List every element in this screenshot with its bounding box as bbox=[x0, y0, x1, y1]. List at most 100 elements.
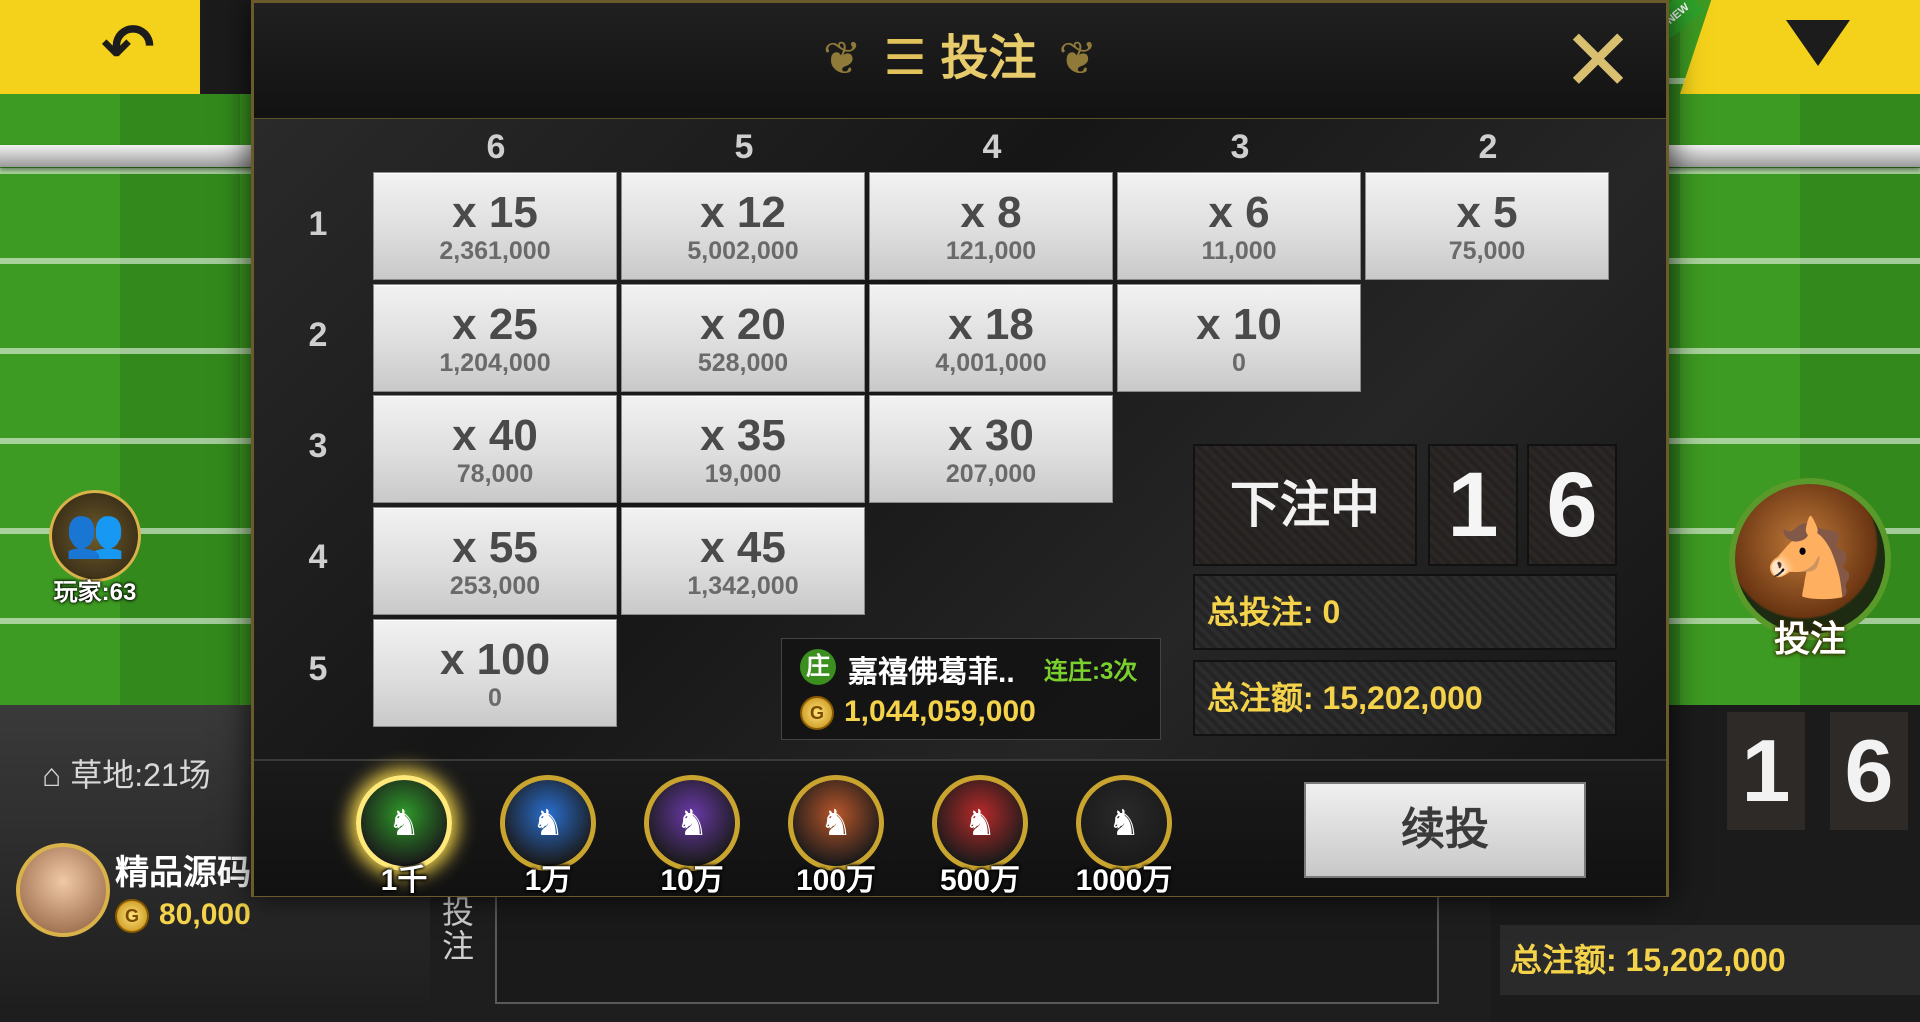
column-header: 3 bbox=[1230, 128, 1250, 166]
column-header: 6 bbox=[486, 128, 506, 166]
laurel-right-icon: ❦ bbox=[1058, 32, 1098, 84]
close-icon: ✕ bbox=[1561, 13, 1635, 109]
banker-coins: G 1,044,059,000 bbox=[800, 695, 1036, 731]
chip-3[interactable]: ♞ 10万 bbox=[640, 775, 744, 899]
odds-cell[interactable]: x 6 11,000 bbox=[1117, 172, 1361, 280]
odds-cell[interactable]: x 45 1,342,000 bbox=[621, 507, 865, 615]
odds-multiplier: x 35 bbox=[700, 411, 786, 460]
bg-countdown-digit-2: 6 bbox=[1830, 712, 1908, 830]
modal-title: ❦ ☰ 投注 ❦ bbox=[254, 3, 1666, 113]
chip-label: 10万 bbox=[660, 864, 724, 897]
odds-bet-amount: 75,000 bbox=[1448, 237, 1526, 265]
odds-cell[interactable]: x 100 0 bbox=[373, 619, 617, 727]
odds-bet-amount: 78,000 bbox=[456, 460, 534, 488]
chip-1[interactable]: ♞ 1千 bbox=[352, 775, 456, 899]
dropdown-menu-button[interactable] bbox=[1786, 20, 1850, 66]
odds-bet-amount: 0 bbox=[488, 684, 502, 712]
close-button[interactable]: ✕ bbox=[1558, 18, 1638, 104]
countdown-digit-2: 6 bbox=[1527, 444, 1617, 566]
modal-title-text: 投注 bbox=[940, 32, 1037, 85]
betting-status: 下注中 bbox=[1193, 444, 1417, 566]
back-button[interactable]: ↶ bbox=[78, 12, 178, 82]
odds-cell[interactable]: x 30 207,000 bbox=[869, 395, 1113, 503]
home-icon: ⌂ bbox=[42, 757, 62, 793]
odds-multiplier: x 55 bbox=[452, 523, 538, 572]
avatar[interactable] bbox=[16, 843, 110, 937]
bg-total-amount: 总注额: 15,202,000 bbox=[1500, 925, 1920, 995]
banker-name: 嘉禧佛葛菲.. bbox=[848, 656, 1015, 689]
odds-bet-amount: 1,204,000 bbox=[439, 349, 551, 377]
odds-cell[interactable]: x 35 19,000 bbox=[621, 395, 865, 503]
row-header: 2 bbox=[308, 316, 328, 354]
column-header: 5 bbox=[734, 128, 754, 166]
username: 精品源码 bbox=[115, 854, 251, 892]
odds-multiplier: x 15 bbox=[452, 188, 538, 237]
odds-bet-amount: 253,000 bbox=[449, 572, 541, 600]
odds-bet-amount: 2,361,000 bbox=[439, 237, 551, 265]
odds-cell[interactable]: x 20 528,000 bbox=[621, 284, 865, 392]
odds-cell[interactable]: x 18 4,001,000 bbox=[869, 284, 1113, 392]
odds-cell[interactable]: x 10 0 bbox=[1117, 284, 1361, 392]
chip-5[interactable]: ♞ 500万 bbox=[928, 775, 1032, 899]
bet-side-label: 投注 bbox=[441, 894, 474, 964]
odds-multiplier: x 10 bbox=[1196, 300, 1282, 349]
odds-bet-amount: 528,000 bbox=[697, 349, 789, 377]
field-label: 草地:21场 bbox=[70, 757, 211, 793]
chip-label: 1万 bbox=[524, 864, 572, 897]
odds-multiplier: x 25 bbox=[452, 300, 538, 349]
bg-countdown-digit-1: 1 bbox=[1727, 712, 1805, 830]
field-info: ⌂ 草地:21场 bbox=[42, 750, 211, 796]
odds-bet-amount: 4,001,000 bbox=[935, 349, 1047, 377]
odds-multiplier: x 12 bbox=[700, 188, 786, 237]
odds-cell[interactable]: x 5 75,000 bbox=[1365, 172, 1609, 280]
odds-cell[interactable]: x 40 78,000 bbox=[373, 395, 617, 503]
odds-bet-amount: 0 bbox=[1232, 349, 1246, 377]
players-count: 玩家:63 bbox=[53, 579, 137, 606]
chip-label: 100万 bbox=[795, 864, 877, 897]
chip-label: 1000万 bbox=[1075, 864, 1173, 897]
chip-2[interactable]: ♞ 1万 bbox=[496, 775, 600, 899]
countdown-digit-1: 1 bbox=[1428, 444, 1518, 566]
bet-record-panel: 投注 bbox=[430, 895, 1490, 1022]
odds-cell[interactable]: x 8 121,000 bbox=[869, 172, 1113, 280]
odds-multiplier: x 30 bbox=[948, 411, 1034, 460]
user-coins-value: 80,000 bbox=[159, 898, 251, 931]
open-bet-button[interactable]: 🐴 投注 bbox=[1720, 478, 1900, 668]
chip-6[interactable]: ♞ 1000万 bbox=[1072, 775, 1176, 899]
odds-bet-amount: 19,000 bbox=[704, 460, 782, 488]
players-button[interactable]: 👥 玩家:63 bbox=[45, 490, 145, 607]
coin-icon: G bbox=[115, 899, 149, 934]
odds-multiplier: x 18 bbox=[948, 300, 1034, 349]
odds-cell[interactable]: x 12 5,002,000 bbox=[621, 172, 865, 280]
odds-bet-amount: 1,342,000 bbox=[687, 572, 799, 600]
back-arrow-icon: ↶ bbox=[101, 11, 155, 83]
total-amount: 总注额: 15,202,000 bbox=[1193, 660, 1617, 736]
chip-4[interactable]: ♞ 100万 bbox=[784, 775, 888, 899]
odds-multiplier: x 20 bbox=[700, 300, 786, 349]
odds-cell[interactable]: x 55 253,000 bbox=[373, 507, 617, 615]
row-header: 5 bbox=[308, 650, 328, 688]
laurel-left-icon: ❦ bbox=[822, 32, 862, 84]
chip-label: 1千 bbox=[380, 864, 428, 897]
rebet-button[interactable]: 续投 bbox=[1304, 782, 1586, 878]
odds-bet-amount: 11,000 bbox=[1201, 237, 1277, 265]
odds-cell[interactable]: x 15 2,361,000 bbox=[373, 172, 617, 280]
odds-bet-amount: 5,002,000 bbox=[687, 237, 799, 265]
modal-header: ❦ ☰ 投注 ❦ ✕ bbox=[254, 3, 1666, 120]
row-header: 1 bbox=[308, 205, 328, 243]
odds-multiplier: x 45 bbox=[700, 523, 786, 572]
banker-badge: 庄 bbox=[800, 649, 836, 685]
banker-coins-value: 1,044,059,000 bbox=[844, 695, 1036, 728]
odds-multiplier: x 6 bbox=[1208, 188, 1270, 237]
odds-bet-amount: 207,000 bbox=[945, 460, 1037, 488]
column-header: 2 bbox=[1478, 128, 1498, 166]
odds-cell[interactable]: x 25 1,204,000 bbox=[373, 284, 617, 392]
open-bet-label: 投注 bbox=[1773, 618, 1846, 659]
odds-multiplier: x 8 bbox=[960, 188, 1022, 237]
user-coins: G 80,000 bbox=[115, 898, 251, 934]
players-icon: 👥 bbox=[49, 490, 141, 582]
column-header: 4 bbox=[982, 128, 1002, 166]
coin-stack-icon: ☰ bbox=[883, 32, 927, 85]
row-header: 4 bbox=[308, 538, 328, 576]
total-bet: 总投注: 0 bbox=[1193, 574, 1617, 650]
